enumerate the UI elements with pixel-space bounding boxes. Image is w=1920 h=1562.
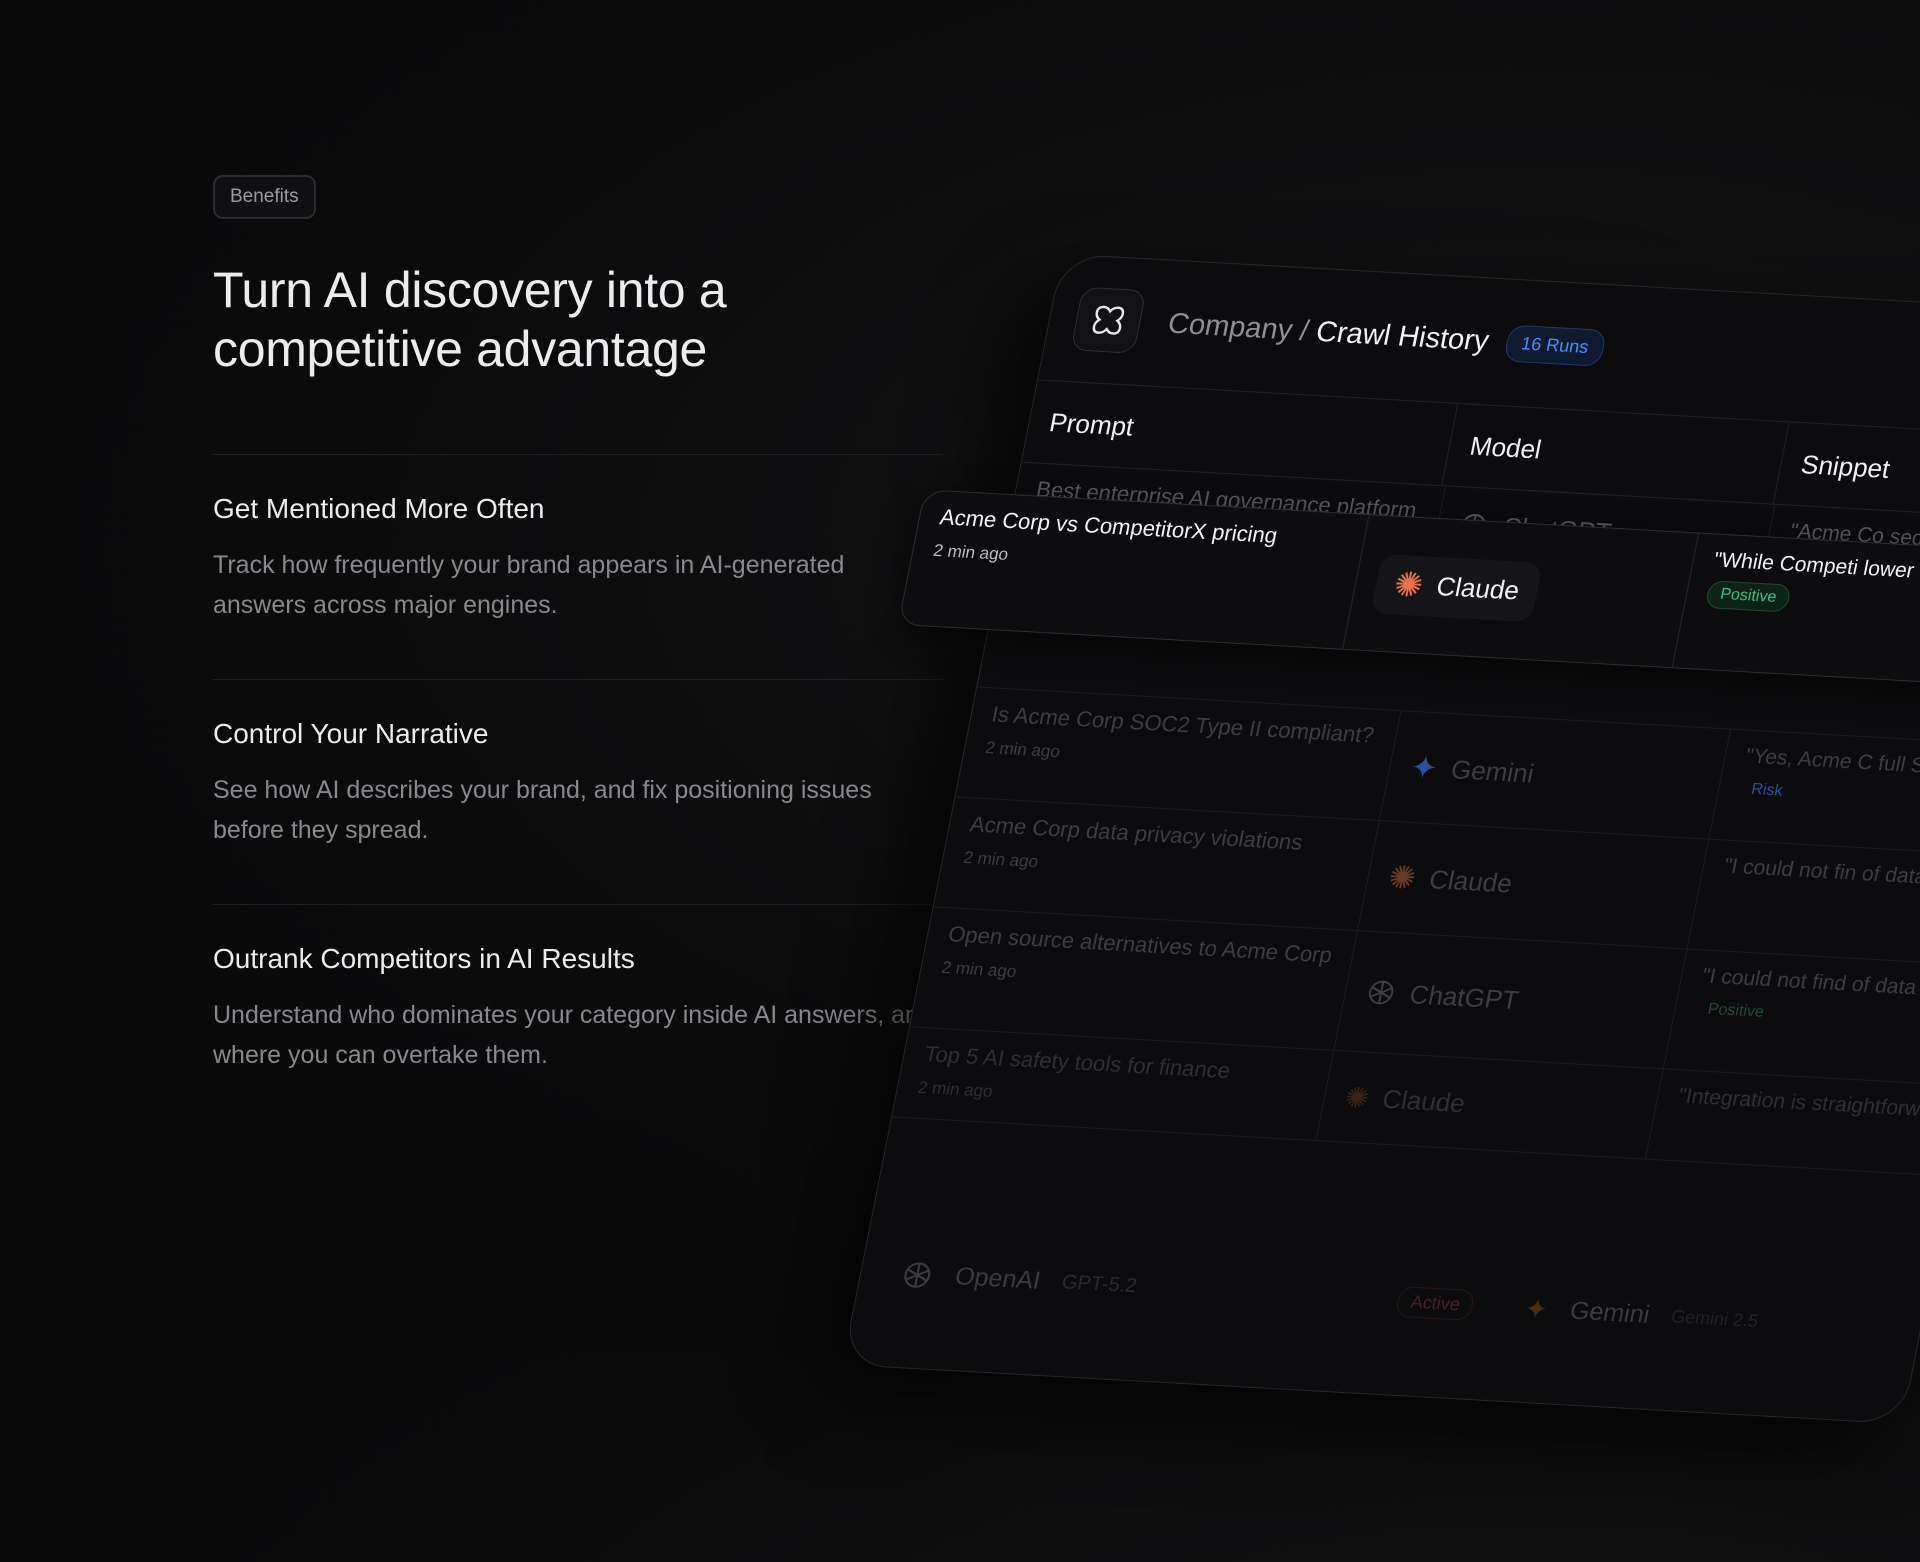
sentiment-tag: Positive bbox=[1706, 1000, 1766, 1021]
row-model: ✺ Claude bbox=[1343, 515, 1700, 668]
app-logo-icon[interactable] bbox=[1070, 286, 1147, 354]
crawl-history-panel: Company / Crawl History 16 Runs Prompt M… bbox=[841, 253, 1920, 1425]
headline: Turn AI discovery into a competitive adv… bbox=[213, 261, 943, 379]
model-name: Claude bbox=[1379, 1083, 1469, 1118]
claude-icon: ✺ bbox=[1390, 565, 1427, 605]
model-pill[interactable]: ✺ Claude bbox=[1370, 553, 1543, 622]
row-snippet: "Integration is straightforward us bbox=[1676, 1084, 1920, 1124]
claude-icon: ✺ bbox=[1385, 858, 1420, 897]
gemini-icon: ✦ bbox=[1407, 748, 1441, 787]
provider-version-2: Gemini 2.5 bbox=[1669, 1306, 1761, 1331]
chatgpt-icon bbox=[1368, 980, 1394, 1005]
provider-version: GPT-5.2 bbox=[1059, 1271, 1139, 1298]
model-name: Claude bbox=[1433, 571, 1523, 606]
model-name: Claude bbox=[1426, 863, 1515, 898]
provider-footer: OpenAI GPT-5.2 Active ✦ Gemini Gemini 2.… bbox=[898, 1257, 1761, 1338]
benefit-item: Control Your Narrative See how AI descri… bbox=[213, 680, 943, 904]
breadcrumb-current: Crawl History bbox=[1313, 315, 1492, 357]
benefit-description: Track how frequently your brand appears … bbox=[213, 551, 845, 619]
row-model: ✦ Gemini bbox=[1379, 711, 1731, 839]
row-snippet: "I could not fin of data privacy bbox=[1721, 854, 1920, 893]
section-badge: Benefits bbox=[213, 175, 316, 219]
benefit-item: Get Mentioned More Often Track how frequ… bbox=[213, 455, 943, 679]
model-name: ChatGPT bbox=[1407, 978, 1522, 1015]
openai-icon bbox=[904, 1261, 931, 1288]
provider-name-2: Gemini bbox=[1567, 1296, 1653, 1329]
row-model: ChatGPT bbox=[1334, 931, 1688, 1069]
breadcrumb-parent[interactable]: Company / bbox=[1165, 307, 1311, 347]
claude-icon: ✺ bbox=[1342, 1081, 1372, 1114]
headline-line-2: competitive advantage bbox=[213, 321, 708, 377]
runs-count-badge: 16 Runs bbox=[1502, 324, 1608, 367]
benefit-title: Control Your Narrative bbox=[213, 718, 489, 749]
benefit-title: Outrank Competitors in AI Results bbox=[213, 943, 635, 974]
model-name: Gemini bbox=[1448, 753, 1537, 789]
sentiment-tag: Risk bbox=[1749, 780, 1785, 800]
provider-name: OpenAI bbox=[952, 1262, 1043, 1295]
benefit-title: Get Mentioned More Often bbox=[213, 493, 545, 524]
status-badge: Active bbox=[1394, 1286, 1476, 1321]
benefits-section: Benefits Turn AI discovery into a compet… bbox=[213, 175, 943, 1129]
row-model: ✺ Claude bbox=[1316, 1050, 1664, 1159]
row-model: ✺ Claude bbox=[1358, 821, 1710, 949]
benefit-description: See how AI describes your brand, and fix… bbox=[213, 776, 872, 844]
headline-line-1: Turn AI discovery into a bbox=[213, 262, 727, 318]
breadcrumb: Company / Crawl History bbox=[1165, 307, 1492, 358]
gemini-icon: ✦ bbox=[1521, 1293, 1552, 1326]
sentiment-tag: Positive bbox=[1704, 580, 1792, 613]
